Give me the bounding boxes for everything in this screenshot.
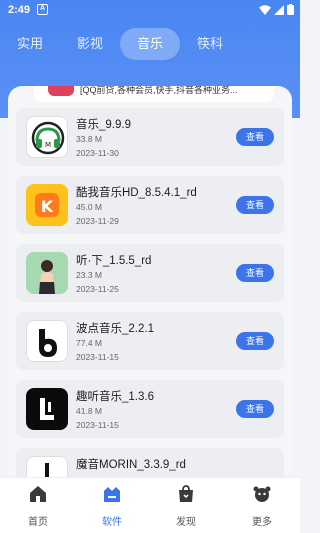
tab-kuke[interactable]: 筷科	[186, 28, 234, 60]
more-mascot-icon	[253, 486, 271, 502]
view-button[interactable]: 查看	[236, 400, 274, 418]
category-tabs: 实用 影视 音乐 筷科	[0, 28, 300, 60]
app-size: 23.3 M	[76, 270, 102, 280]
nav-software[interactable]: 软件	[86, 484, 138, 528]
signal-icon	[274, 4, 284, 15]
list-item[interactable]: M 音乐_9.9.9 33.8 M 2023-11-30 查看	[16, 108, 284, 166]
app-name: 趣听音乐_1.3.6	[76, 391, 154, 403]
list-item[interactable]: 波点音乐_2.2.1 77.4 M 2023-11-15 查看	[16, 312, 284, 370]
nav-discover[interactable]: 发现	[160, 484, 212, 528]
singer-illustration-icon	[26, 252, 68, 294]
app-name: 酷我音乐HD_8.5.4.1_rd	[76, 187, 197, 199]
list-item[interactable]: 听·下_1.5.5_rd 23.3 M 2023-11-25 查看	[16, 244, 284, 302]
svg-text:K: K	[41, 197, 54, 216]
view-button[interactable]: 查看	[236, 196, 274, 214]
app-date: 2023-11-30	[76, 148, 119, 158]
nav-label: 首页	[28, 517, 48, 528]
status-icons	[259, 4, 294, 15]
peek-app-icon	[48, 86, 74, 96]
nav-label: 更多	[252, 517, 272, 528]
peek-card[interactable]: [QQ前贷,各种会员,快手,抖音各种业务...	[34, 86, 274, 102]
app-size: 45.0 M	[76, 202, 102, 212]
software-icon	[104, 487, 120, 502]
wifi-icon	[259, 4, 271, 15]
kuwo-logo-icon: K	[26, 184, 68, 226]
app-size: 33.8 M	[76, 134, 102, 144]
app-name: 音乐_9.9.9	[76, 119, 131, 131]
tab-video[interactable]: 影视	[66, 28, 114, 60]
view-button[interactable]: 查看	[236, 128, 274, 146]
nav-label: 软件	[102, 517, 122, 528]
app-name: 听·下_1.5.5_rd	[76, 255, 152, 267]
app-date: 2023-11-15	[76, 352, 119, 362]
tab-utility[interactable]: 实用	[6, 28, 54, 60]
bottom-navigation: 首页 软件 发现 更多	[0, 477, 300, 533]
nav-more[interactable]: 更多	[236, 484, 288, 528]
app-date: 2023-11-29	[76, 216, 119, 226]
app-size: 41.8 M	[76, 406, 102, 416]
discover-bag-icon	[179, 485, 193, 502]
app-name: 魔音MORIN_3.3.9_rd	[76, 459, 186, 471]
status-bar: 2:49 A	[0, 0, 300, 22]
app-date: 2023-11-15	[76, 420, 119, 430]
headphones-icon: M	[26, 116, 68, 158]
svg-text:M: M	[45, 141, 51, 149]
app-name: 波点音乐_2.2.1	[76, 323, 154, 335]
list-item[interactable]: 趣听音乐_1.3.6 41.8 M 2023-11-15 查看	[16, 380, 284, 438]
peek-text: [QQ前贷,各种会员,快手,抖音各种业务...	[80, 86, 238, 95]
status-time: 2:49	[8, 4, 31, 16]
quting-logo-icon	[26, 388, 68, 430]
notification-badge: A	[37, 4, 48, 15]
home-icon	[30, 486, 46, 502]
app-date: 2023-11-25	[76, 284, 119, 294]
nav-home[interactable]: 首页	[12, 484, 64, 528]
view-button[interactable]: 查看	[236, 264, 274, 282]
nav-label: 发现	[176, 517, 196, 528]
app-list-sheet: [QQ前贷,各种会员,快手,抖音各种业务... M 音乐_9.9.9 33.8 …	[8, 86, 292, 506]
bodian-logo-icon	[26, 320, 68, 362]
view-button[interactable]: 查看	[236, 332, 274, 350]
app-size: 77.4 M	[76, 338, 102, 348]
list-item[interactable]: K 酷我音乐HD_8.5.4.1_rd 45.0 M 2023-11-29 查看	[16, 176, 284, 234]
tab-music[interactable]: 音乐	[120, 28, 180, 60]
battery-icon	[287, 4, 294, 15]
